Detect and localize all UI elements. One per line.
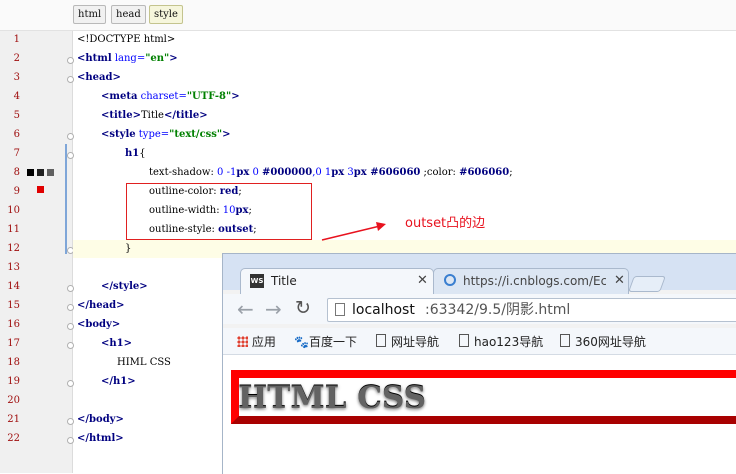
line-number: 17 (7, 338, 20, 349)
line-number: 19 (7, 376, 20, 387)
breadcrumb: html head style (0, 0, 736, 31)
tab-title-label: Title (271, 274, 297, 288)
breadcrumb-style[interactable]: style (149, 5, 183, 24)
breadcrumb-html[interactable]: html (73, 5, 107, 24)
bookmark-baidu[interactable]: 🐾百度一下 (294, 333, 357, 350)
address-bar[interactable]: localhost :63342/9.5/阴影.html (327, 298, 736, 322)
line-number: 4 (13, 91, 20, 102)
browser-window[interactable]: WS Title ✕ https://i.cnblogs.com/Ec ✕ ← … (222, 253, 736, 474)
line-number: 2 (13, 53, 20, 64)
back-arrow-icon[interactable]: ← (237, 297, 254, 321)
reload-icon[interactable]: ↻ (295, 297, 311, 319)
line-number: 20 (7, 395, 20, 406)
bookmark-hao123[interactable]: hao123导航 (459, 333, 543, 350)
code-line-7: h1{ (125, 148, 146, 159)
code-line-8: text-shadow: 0 -1px 0 #000000,0 1px 3px … (149, 167, 513, 178)
color-swatch-dark[interactable] (37, 169, 44, 176)
line-number: 1 (13, 34, 20, 45)
code-line-3: <head> (77, 72, 121, 83)
close-icon[interactable]: ✕ (417, 269, 428, 293)
page-heading: HTML CSS (238, 380, 427, 416)
line-number: 7 (13, 148, 20, 159)
line-number: 21 (7, 414, 20, 425)
tab-strip: WS Title ✕ https://i.cnblogs.com/Ec ✕ (223, 254, 736, 294)
bookmark-360[interactable]: 360网址导航 (560, 333, 646, 350)
line-number: 6 (13, 129, 20, 140)
page-icon (459, 334, 469, 347)
line-number: 15 (7, 300, 20, 311)
apps-grid-icon (237, 336, 248, 347)
highlight-box (126, 183, 312, 240)
page-icon (560, 334, 570, 347)
line-number: 12 (7, 243, 20, 254)
close-icon[interactable]: ✕ (614, 269, 625, 293)
new-tab-button[interactable] (628, 276, 666, 292)
line-number: 14 (7, 281, 20, 292)
line-number: 9 (13, 186, 20, 197)
globe-icon (444, 274, 456, 286)
line-number: 8 (13, 167, 20, 178)
editor-gutter: 1 2 3 4 5 6 7 8 9 10 11 12 13 14 15 16 1… (0, 31, 74, 473)
tab-cnblogs-label: https://i.cnblogs.com/Ec (463, 274, 606, 288)
line-number: 11 (7, 224, 20, 235)
line-number: 18 (7, 357, 20, 368)
scope-indicator (65, 144, 67, 254)
line-number: 16 (7, 319, 20, 330)
color-swatch-gray[interactable] (47, 169, 54, 176)
navigation-toolbar: ← → ↻ localhost :63342/9.5/阴影.html (223, 294, 736, 324)
code-line-4: <meta charset="UTF-8"> (101, 91, 240, 102)
code-line-2: <html lang="en"> (77, 53, 178, 64)
line-number: 3 (13, 72, 20, 83)
address-path: :63342/9.5/阴影.html (425, 302, 571, 318)
ws-icon: WS (250, 274, 264, 288)
line-number: 10 (7, 205, 20, 216)
forward-arrow-icon[interactable]: → (265, 297, 282, 321)
paw-icon: 🐾 (294, 335, 309, 349)
page-icon (335, 303, 345, 316)
annotation-label: outset凸的边 (405, 216, 486, 231)
page-viewport[interactable]: HTML CSS (223, 355, 736, 474)
code-line-5: <title>Title</title> (101, 110, 208, 121)
line-number: 13 (7, 262, 20, 273)
code-line-6: <style type="text/css"> (101, 129, 231, 140)
line-number: 5 (13, 110, 20, 121)
breadcrumb-head[interactable]: head (111, 5, 146, 24)
tab-title[interactable]: WS Title ✕ (240, 268, 434, 294)
page-icon (376, 334, 386, 347)
address-host: localhost (352, 302, 415, 318)
line-number: 22 (7, 433, 20, 444)
bookmark-nav[interactable]: 网址导航 (376, 333, 439, 350)
annotation-arrow-icon (321, 222, 386, 241)
bookmarks-bar: 应用 🐾百度一下 网址导航 hao123导航 360网址导航 (223, 328, 736, 355)
tab-cnblogs[interactable]: https://i.cnblogs.com/Ec ✕ (433, 268, 629, 294)
color-swatch-black[interactable] (27, 169, 34, 176)
code-line-1: <!DOCTYPE html> (77, 34, 176, 45)
color-swatch-red[interactable] (37, 186, 44, 193)
bookmark-apps[interactable]: 应用 (237, 333, 276, 350)
